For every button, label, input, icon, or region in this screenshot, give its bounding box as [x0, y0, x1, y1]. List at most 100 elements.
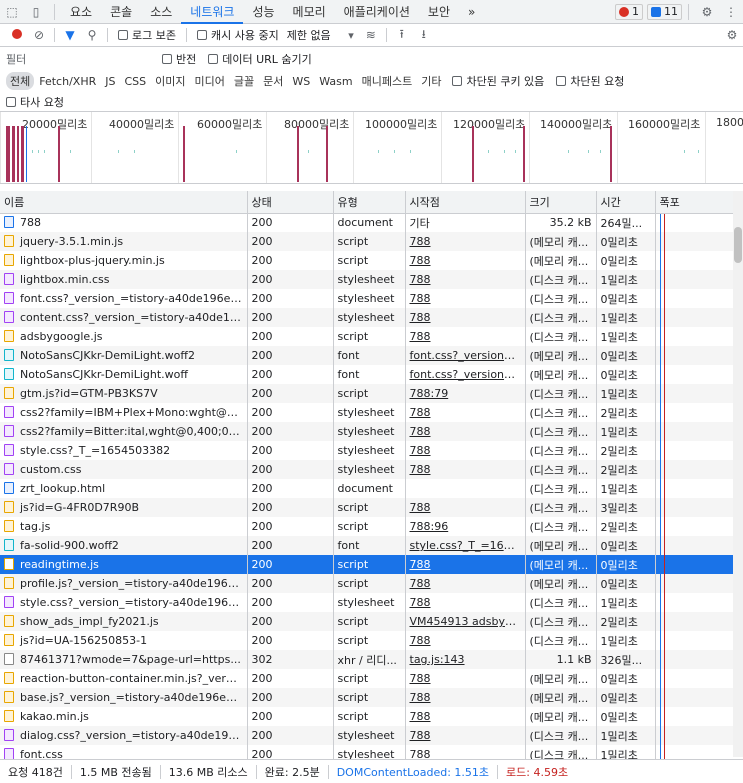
- tab-elements[interactable]: 요소: [61, 0, 101, 24]
- more-options-icon[interactable]: ⋮: [719, 0, 743, 24]
- request-initiator[interactable]: 788: [405, 726, 526, 745]
- table-row[interactable]: NotoSansCJKkr-DemiLight.woff2 200 font font…: [0, 346, 743, 365]
- column-header-size[interactable]: 크기: [525, 191, 597, 214]
- inspect-element-icon[interactable]: ⬚: [0, 0, 24, 24]
- type-filter-img[interactable]: 이미지: [151, 72, 189, 90]
- type-filter-font[interactable]: 글꼴: [230, 72, 258, 90]
- column-header-type[interactable]: 유형: [333, 191, 406, 214]
- table-row[interactable]: kakao.min.js 200 script 788 (메모리 캐... 0밀리초: [0, 707, 743, 726]
- hide-data-urls-checkbox[interactable]: 데이터 URL 숨기기: [208, 51, 312, 67]
- network-settings-icon[interactable]: ⚙: [721, 28, 743, 42]
- request-initiator[interactable]: 788: [405, 574, 526, 593]
- column-header-status[interactable]: 상태: [247, 191, 334, 214]
- column-header-time[interactable]: 시간: [596, 191, 656, 214]
- request-initiator[interactable]: tag.js:143: [405, 650, 526, 669]
- request-initiator[interactable]: 788: [405, 308, 526, 327]
- table-row[interactable]: font.css 200 stylesheet 788 (디스크 캐... 1밀리초: [0, 745, 743, 759]
- table-row[interactable]: custom.css 200 stylesheet 788 (디스크 캐... 2밀리초: [0, 460, 743, 479]
- table-row[interactable]: lightbox-plus-jquery.min.js 200 script 788(…: [0, 251, 743, 270]
- table-row[interactable]: js?id=UA-156250853-1 200 script 788 (디스크 캐..…: [0, 631, 743, 650]
- request-initiator[interactable]: 788: [405, 498, 526, 517]
- table-row[interactable]: content.css?_version_=tistory-a40de196..…: [0, 308, 743, 327]
- table-row[interactable]: style.css?_version_=tistory-a40de196ea..…: [0, 593, 743, 612]
- type-filter-other[interactable]: 기타: [417, 72, 445, 90]
- invert-checkbox[interactable]: 반전: [162, 51, 196, 67]
- table-row[interactable]: jquery-3.5.1.min.js 200 script 788 (메모리 캐...…: [0, 232, 743, 251]
- table-row[interactable]: zrt_lookup.html 200 document (디스크 캐... 1밀리초: [0, 479, 743, 498]
- request-initiator[interactable]: 788: [405, 232, 526, 251]
- tab-network[interactable]: 네트워크: [181, 0, 244, 24]
- request-initiator[interactable]: 788: [405, 555, 526, 574]
- request-initiator[interactable]: 788: [405, 422, 526, 441]
- tab-sources[interactable]: 소스: [141, 0, 181, 24]
- type-filter-wasm[interactable]: Wasm: [315, 74, 356, 89]
- request-initiator[interactable]: 788: [405, 631, 526, 650]
- request-initiator[interactable]: 788: [405, 441, 526, 460]
- clear-icon[interactable]: ⊘: [28, 28, 50, 42]
- tab-console[interactable]: 콘솔: [101, 0, 141, 24]
- request-initiator[interactable]: 788: [405, 403, 526, 422]
- scrollbar[interactable]: [733, 191, 743, 757]
- type-filter-css[interactable]: CSS: [120, 74, 150, 89]
- table-row[interactable]: tag.js 200 script 788:96 (디스크 캐... 2밀리초: [0, 517, 743, 536]
- type-filter-fetch-xhr[interactable]: Fetch/XHR: [35, 74, 100, 89]
- request-initiator[interactable]: 788: [405, 289, 526, 308]
- table-row[interactable]: readingtime.js 200 script 788 (메모리 캐... 0밀리초: [0, 555, 743, 574]
- request-initiator[interactable]: 788:79: [405, 384, 526, 403]
- record-icon[interactable]: [6, 28, 28, 42]
- table-row[interactable]: adsbygoogle.js 200 script 788 (디스크 캐... 1밀리초: [0, 327, 743, 346]
- table-row[interactable]: font.css?_version_=tistory-a40de196eab..…: [0, 289, 743, 308]
- tab-application[interactable]: 애플리케이션: [335, 0, 419, 24]
- device-toolbar-icon[interactable]: ▯: [24, 0, 48, 24]
- table-row[interactable]: gtm.js?id=GTM-PB3KS7V 200 script 788:79 (디스크…: [0, 384, 743, 403]
- more-tabs-button[interactable]: »: [459, 0, 484, 24]
- table-row[interactable]: js?id=G-4FR0D7R90B 200 script 788 (디스크 캐... 3…: [0, 498, 743, 517]
- table-row[interactable]: profile.js?_version_=tistory-a40de196ea.…: [0, 574, 743, 593]
- type-filter-ws[interactable]: WS: [288, 74, 314, 89]
- type-filter-doc[interactable]: 문서: [259, 72, 287, 90]
- timeline-overview[interactable]: 20000밀리초 40000밀리초 60000밀리초 80000밀리초 1000…: [0, 112, 743, 184]
- network-conditions-icon[interactable]: ≋: [360, 28, 382, 42]
- filter-input[interactable]: 필터: [6, 51, 156, 67]
- settings-gear-icon[interactable]: ⚙: [695, 0, 719, 24]
- request-initiator[interactable]: 788: [405, 270, 526, 289]
- filter-funnel-icon[interactable]: ▼: [59, 28, 81, 42]
- table-row[interactable]: reaction-button-container.min.js?_versi.…: [0, 669, 743, 688]
- type-filter-js[interactable]: JS: [101, 74, 119, 89]
- tab-performance[interactable]: 성능: [243, 0, 283, 24]
- table-row[interactable]: css2?family=Bitter:ital,wght@0,400;0,60.…: [0, 422, 743, 441]
- table-row[interactable]: dialog.css?_version_=tistory-a40de196ea.…: [0, 726, 743, 745]
- table-row[interactable]: style.css?_T_=1654503382 200 stylesheet 788…: [0, 441, 743, 460]
- tab-security[interactable]: 보안: [419, 0, 459, 24]
- request-initiator[interactable]: style.css?_T_=16545...: [405, 536, 526, 555]
- request-initiator[interactable]: font.css?_version_=t...: [405, 346, 526, 365]
- table-row[interactable]: fa-solid-900.woff2 200 font style.css?_T_=1…: [0, 536, 743, 555]
- table-row[interactable]: base.js?_version_=tistory-a40de196eabf..…: [0, 688, 743, 707]
- table-row[interactable]: lightbox.min.css 200 stylesheet 788 (디스크 캐..…: [0, 270, 743, 289]
- table-row[interactable]: show_ads_impl_fy2021.js 200 script VM454913…: [0, 612, 743, 631]
- request-initiator[interactable]: 788: [405, 669, 526, 688]
- scrollbar-thumb[interactable]: [734, 227, 742, 263]
- request-initiator[interactable]: 788: [405, 327, 526, 346]
- table-row[interactable]: NotoSansCJKkr-DemiLight.woff 200 font font.…: [0, 365, 743, 384]
- request-initiator[interactable]: 788: [405, 688, 526, 707]
- type-filter-manifest[interactable]: 매니페스트: [358, 72, 417, 90]
- request-initiator[interactable]: 788: [405, 251, 526, 270]
- column-header-name[interactable]: 이름: [0, 191, 248, 214]
- export-har-icon[interactable]: ⭳: [413, 25, 435, 46]
- import-har-icon[interactable]: ⭱: [391, 25, 413, 46]
- message-count-badge[interactable]: 11: [647, 3, 682, 20]
- tab-memory[interactable]: 메모리: [284, 0, 335, 24]
- error-count-badge[interactable]: 1: [615, 3, 643, 20]
- request-initiator[interactable]: VM454913 adsbygo...: [405, 612, 526, 631]
- third-party-checkbox[interactable]: 타사 요청: [6, 94, 64, 110]
- request-initiator[interactable]: 788: [405, 460, 526, 479]
- request-initiator[interactable]: 788: [405, 593, 526, 612]
- request-initiator[interactable]: 788: [405, 745, 526, 759]
- throttling-select[interactable]: 제한 없음 ▾: [287, 27, 354, 43]
- disable-cache-checkbox[interactable]: 캐시 사용 중지: [196, 27, 279, 43]
- type-filter-all[interactable]: 전체: [6, 72, 35, 90]
- column-header-initiator[interactable]: 시작점: [405, 191, 526, 214]
- blocked-requests-checkbox[interactable]: 차단된 요청: [556, 73, 624, 89]
- column-header-waterfall[interactable]: 폭포: [655, 191, 743, 214]
